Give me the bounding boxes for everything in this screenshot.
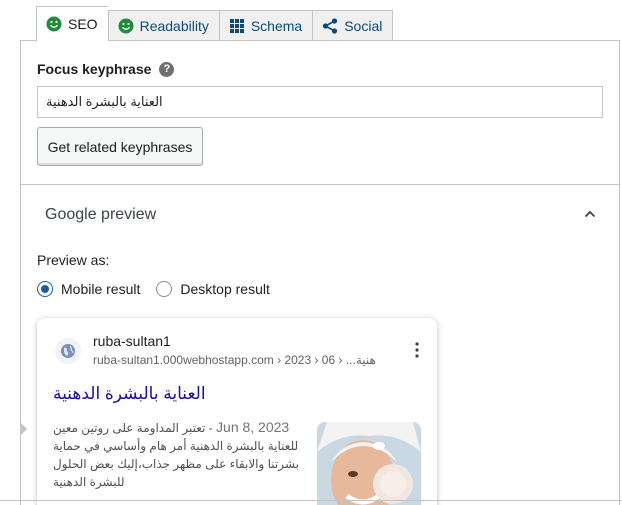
result-title-link[interactable]: العناية بالبشرة الدهنية [53, 384, 206, 404]
tab-social-label: Social [344, 17, 383, 34]
chevron-up-icon[interactable] [584, 208, 596, 220]
smiley-icon [46, 16, 62, 32]
preview-as-label: Preview as: [37, 252, 110, 268]
scroll-indicator-arrow [20, 422, 27, 436]
desktop-result-option[interactable]: Desktop result [156, 281, 270, 297]
mobile-result-option[interactable]: Mobile result [37, 281, 140, 297]
share-icon [323, 17, 338, 34]
preview-mode-radio-group: Mobile result Desktop result [37, 281, 286, 297]
smiley-icon [118, 18, 134, 33]
site-name: ruba-sultan1 [93, 333, 171, 349]
tab-schema[interactable]: Schema [218, 10, 313, 41]
site-url: ruba-sultan1.000webhostapp.com › 2023 › … [93, 353, 376, 367]
section-divider [21, 184, 619, 185]
tab-seo[interactable]: SEO [36, 6, 108, 42]
tab-seo-label: SEO [68, 16, 98, 32]
result-date: Jun 8, 2023 [216, 419, 290, 435]
tab-readability[interactable]: Readability [107, 10, 219, 41]
more-options-icon[interactable] [415, 342, 419, 358]
tab-readability-label: Readability [139, 17, 209, 34]
result-snippet: Jun 8, 2023 - تعتبر المداومة على روتين م… [53, 419, 299, 489]
google-result-card: ruba-sultan1 ruba-sultan1.000webhostapp.… [37, 318, 437, 505]
tab-social[interactable]: Social [312, 10, 394, 41]
desktop-result-label: Desktop result [180, 281, 270, 297]
mobile-result-radio[interactable] [37, 281, 53, 297]
google-preview-title[interactable]: Google preview [45, 206, 156, 224]
focus-keyphrase-text: Focus keyphrase [37, 61, 152, 77]
desktop-result-radio[interactable] [156, 281, 173, 297]
bottom-border [0, 500, 622, 501]
globe-icon [55, 338, 81, 364]
mobile-result-label: Mobile result [61, 281, 141, 297]
help-icon[interactable]: ? [159, 61, 175, 77]
get-related-keyphrases-button[interactable]: Get related keyphrases [37, 127, 203, 166]
seo-panel: Focus keyphrase ? العناية بالبشرة الدهني… [20, 40, 620, 505]
focus-keyphrase-label: Focus keyphrase ? [37, 61, 175, 77]
tab-schema-label: Schema [250, 17, 303, 34]
metabox-tabs: SEO Readability Schema Social [36, 6, 394, 42]
grid-icon [229, 18, 244, 33]
focus-keyphrase-input[interactable]: العناية بالبشرة الدهنية [37, 86, 603, 118]
result-thumbnail [317, 422, 421, 505]
